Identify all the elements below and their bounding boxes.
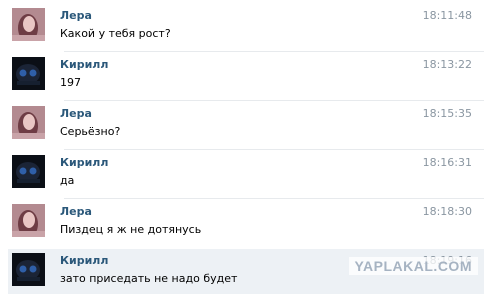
chat-history: Лера Какой у тебя рост? 18:11:48 Кирилл … [0,0,502,297]
message-text: Серьёзно? [60,125,121,138]
author-name[interactable]: Кирилл [60,156,108,169]
dark-avatar-icon[interactable] [12,57,45,90]
dark-avatar-icon[interactable] [12,253,45,286]
message-time: 18:11:48 [422,9,472,22]
message-divider [64,51,484,52]
author-name[interactable]: Кирилл [60,58,108,71]
dark-avatar-icon[interactable] [12,155,45,188]
author-name[interactable]: Кирилл [60,254,108,267]
message-row[interactable]: Лера Пиздец я ж не дотянусь 18:18:30 [8,200,484,247]
female-avatar-icon[interactable] [12,8,45,41]
female-avatar-icon[interactable] [12,204,45,237]
message-row[interactable]: Кирилл 197 18:13:22 [8,53,484,101]
author-name[interactable]: Лера [60,205,92,218]
message-time: 18:16:31 [422,156,472,169]
message-text: зато приседать не надо будет [60,272,238,285]
message-divider [64,149,484,150]
author-name[interactable]: Лера [60,9,92,22]
message-text: Пиздец я ж не дотянусь [60,223,202,236]
message-divider [64,198,484,199]
author-name[interactable]: Лера [60,107,92,120]
message-text: Какой у тебя рост? [60,27,171,40]
message-time: 18:18:30 [422,205,472,218]
site-watermark: YAPLAKAL.COM [348,257,478,275]
message-text: 197 [60,76,81,89]
message-row[interactable]: Лера Серьёзно? 18:15:35 [8,102,484,150]
message-time: 18:13:22 [422,58,472,71]
message-row[interactable]: Кирилл да 18:16:31 [8,151,484,199]
message-divider [64,100,484,101]
message-text: да [60,174,75,187]
message-row[interactable]: Лера Какой у тебя рост? 18:11:48 [8,4,484,52]
message-time: 18:15:35 [422,107,472,120]
female-avatar-icon[interactable] [12,106,45,139]
